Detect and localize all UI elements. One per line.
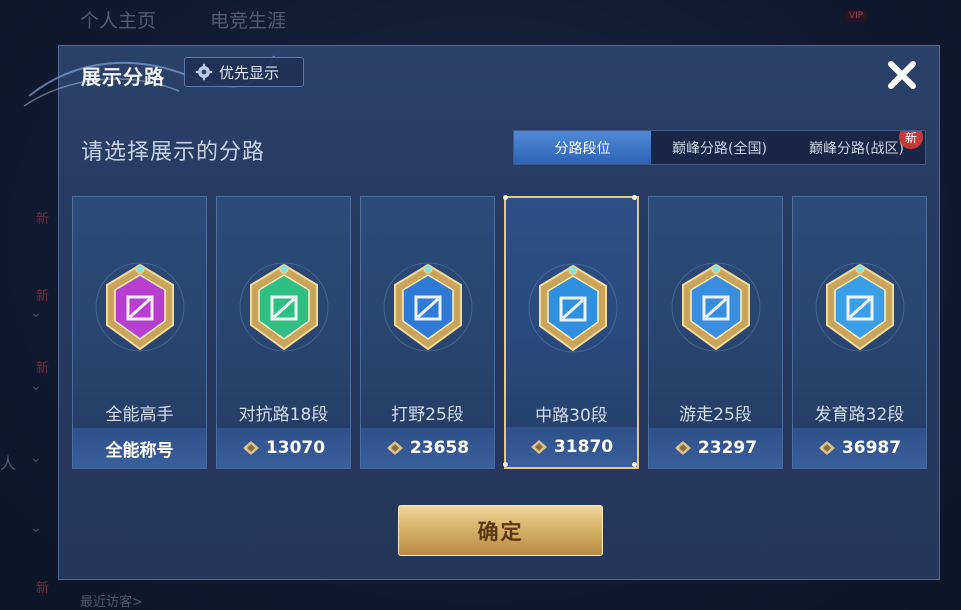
lane-score: 13070 (217, 428, 350, 468)
lane-score: 23658 (361, 428, 494, 468)
mid-lane-emblem-icon (528, 263, 618, 353)
peak-points-icon (242, 441, 259, 455)
lane-card[interactable]: 发育路32段 36987 (792, 196, 927, 469)
new-badge: 新 (899, 131, 923, 149)
lane-rank-label: 中路30段 (535, 406, 608, 426)
tab-peak-national[interactable]: 巅峰分路(全国) (651, 131, 788, 164)
lane-score-value: 23297 (697, 438, 758, 458)
confirm-button[interactable]: 确定 (398, 505, 603, 556)
lane-rank-label: 对抗路18段 (238, 405, 329, 425)
peak-points-icon (530, 440, 547, 454)
selection-corner (632, 462, 637, 467)
lane-score: 36987 (793, 428, 926, 468)
lane-card[interactable]: 打野25段 23658 (360, 196, 495, 469)
lane-rank-label: 发育路32段 (814, 405, 905, 425)
dialog-title: 展示分路 (81, 65, 165, 89)
allround-emblem-icon (95, 262, 185, 352)
tab-label: 巅峰分路(战区) (809, 140, 904, 157)
lane-card[interactable]: 游走25段 23297 (648, 196, 783, 469)
lane-card[interactable]: 全能高手 全能称号 (72, 196, 207, 469)
roam-emblem-icon (671, 262, 761, 352)
lane-score-value: 36987 (841, 438, 902, 458)
priority-display-label: 优先显示 (219, 63, 280, 82)
lane-display-dialog: 展示分路 优先显示 请选择展示的分路 分路段位 巅峰分路(全国) 巅峰分路(战区… (23, 45, 940, 580)
tab-label: 分路段位 (554, 140, 611, 157)
lane-card[interactable]: 中路30段 31870 (503, 195, 639, 469)
lane-score-value: 13070 (265, 438, 326, 458)
lane-rank-label: 全能高手 (105, 405, 174, 425)
tab-lane-rank[interactable]: 分路段位 (514, 131, 651, 164)
lane-tabs: 分路段位 巅峰分路(全国) 巅峰分路(战区) 新 (513, 130, 926, 165)
peak-points-icon (386, 441, 403, 455)
jungle-emblem-icon (383, 262, 473, 352)
lane-score-value: 23658 (409, 438, 470, 458)
farm-lane-emblem-icon (815, 262, 905, 352)
dialog-subtitle: 请选择展示的分路 (81, 140, 266, 165)
lane-score: 全能称号 (73, 428, 206, 468)
lane-score-value: 全能称号 (105, 440, 174, 461)
lane-card[interactable]: 对抗路18段 13070 (216, 196, 351, 469)
peak-points-icon (674, 441, 691, 455)
tab-peak-region[interactable]: 巅峰分路(战区) 新 (788, 131, 925, 164)
selection-corner (503, 462, 508, 467)
tab-label: 巅峰分路(全国) (672, 140, 767, 157)
clash-lane-emblem-icon (239, 262, 329, 352)
lane-rank-label: 打野25段 (391, 405, 464, 425)
lane-score: 31870 (506, 427, 637, 467)
confirm-label: 确定 (477, 519, 524, 544)
lane-rank-label: 游走25段 (679, 405, 752, 425)
lane-score-value: 31870 (553, 437, 614, 457)
peak-points-icon (818, 441, 835, 455)
selection-corner (503, 195, 508, 200)
lane-score: 23297 (649, 428, 782, 468)
selection-corner (632, 195, 637, 200)
gear-icon (195, 63, 213, 81)
close-icon[interactable] (883, 56, 921, 94)
priority-display-button[interactable]: 优先显示 (184, 57, 304, 87)
